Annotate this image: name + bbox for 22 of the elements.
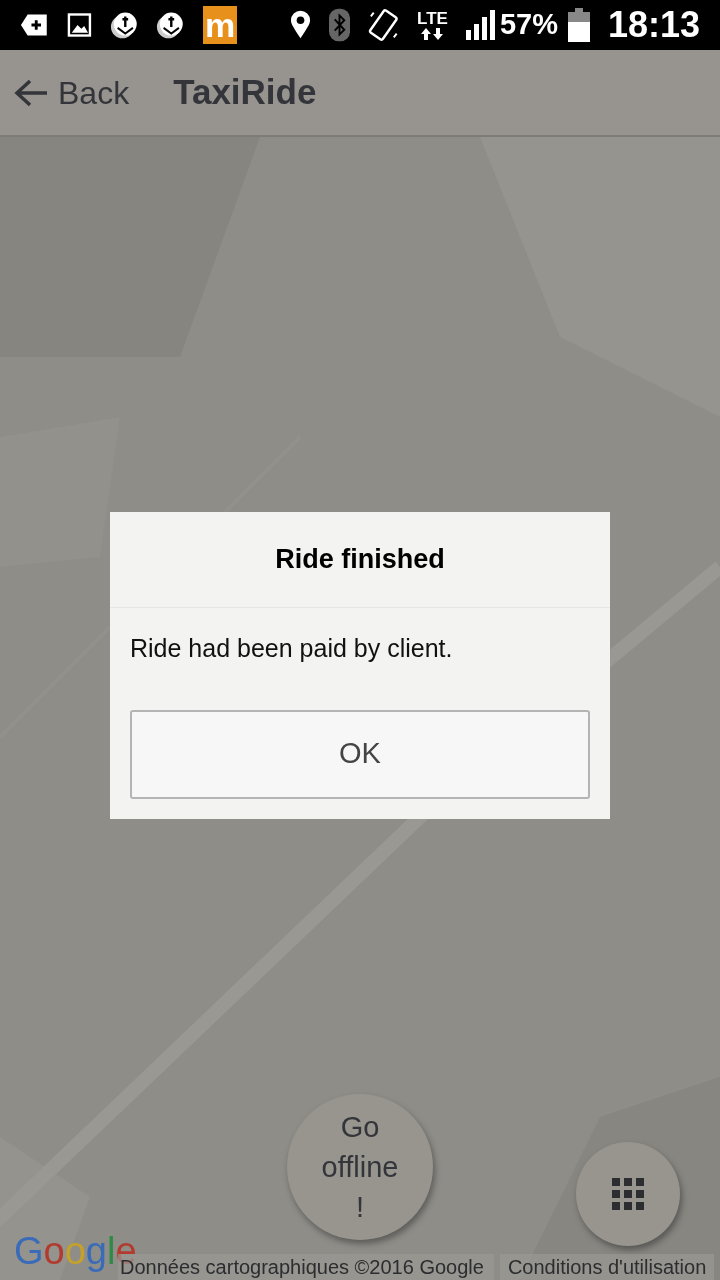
app-icon: m — [202, 6, 238, 44]
envelope-badge-icon — [109, 10, 139, 40]
location-pin-icon — [290, 10, 312, 40]
terms-link[interactable]: Conditions d'utilisation — [499, 1254, 715, 1280]
battery-icon — [567, 8, 590, 42]
ok-button[interactable]: OK — [130, 709, 590, 799]
envelope-badge-icon — [156, 10, 185, 40]
battery-percent: 57% — [499, 7, 558, 43]
signal-icon — [465, 10, 496, 40]
vibrate-phone-icon — [368, 8, 399, 42]
network-type: LTE — [417, 9, 448, 27]
app-title: TaxiRide — [173, 71, 317, 114]
clock: 18:13 — [607, 3, 700, 47]
back-arrow-icon — [14, 77, 48, 108]
bluetooth-icon — [329, 8, 351, 42]
data-arrows-icon — [419, 26, 446, 41]
image-icon — [66, 12, 92, 38]
grid-icon — [612, 1178, 644, 1210]
dialog-message: Ride had been paid by client. — [129, 633, 454, 664]
back-button[interactable]: Back — [14, 68, 130, 117]
dialog-title: Ride finished — [110, 512, 610, 608]
notification-icon — [20, 12, 49, 38]
